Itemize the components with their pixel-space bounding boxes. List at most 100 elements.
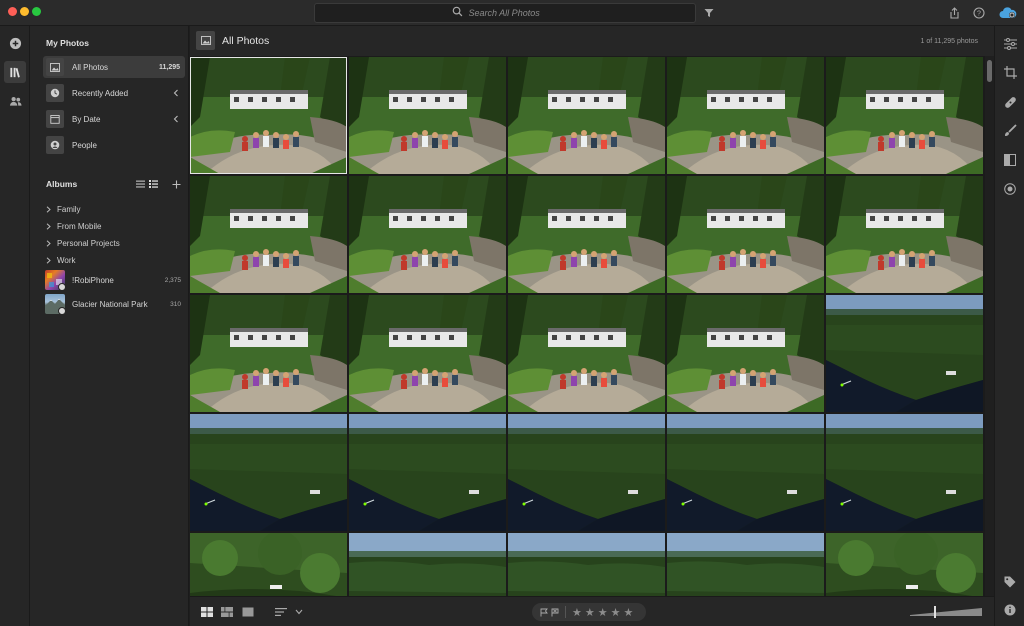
content-header: All Photos 1 of 11,295 photos (190, 26, 994, 56)
title-bar: ? (0, 0, 1024, 26)
photo-thumbnail[interactable] (508, 533, 665, 596)
chevron-left-icon[interactable] (173, 110, 179, 128)
my-photos-button[interactable] (4, 61, 26, 83)
sidebar-item-count: 11,295 (158, 63, 180, 71)
list-view-icon[interactable] (136, 180, 145, 188)
page-title: All Photos (222, 35, 270, 47)
photo-thumbnail[interactable] (349, 57, 506, 174)
star-5-icon[interactable]: ★ (624, 606, 634, 619)
photo-thumbnail[interactable] (826, 533, 983, 596)
bottom-toolbar: ★ ★ ★ ★ ★ (190, 596, 994, 626)
left-icon-rail (0, 26, 30, 626)
photo-thumbnail[interactable] (349, 176, 506, 293)
folder-personal-projects[interactable]: Personal Projects (46, 236, 186, 250)
person-icon (46, 136, 64, 154)
help-icon[interactable]: ? (971, 5, 987, 21)
star-3-icon[interactable]: ★ (598, 606, 608, 619)
photo-thumbnail[interactable] (190, 57, 347, 174)
photo-thumbnail[interactable] (508, 414, 665, 531)
share-icon[interactable] (946, 5, 962, 21)
thumbnail-size-slider[interactable] (910, 605, 982, 619)
sidebar-item-by-date[interactable]: By Date (43, 108, 185, 130)
search-icon (452, 4, 463, 22)
star-1-icon[interactable]: ★ (572, 606, 582, 619)
sidebar: My Photos All Photos 11,295 Recently Add… (30, 26, 189, 626)
close-window-button[interactable] (8, 7, 17, 16)
photo-thumbnail[interactable] (508, 295, 665, 412)
album-thumbnail (45, 294, 65, 314)
photo-thumbnail[interactable] (508, 57, 665, 174)
shared-button[interactable] (4, 90, 26, 112)
photo-thumbnail[interactable] (349, 533, 506, 596)
svg-text:?: ? (977, 11, 981, 18)
search-input[interactable] (468, 8, 559, 18)
photo-thumbnail[interactable] (190, 414, 347, 531)
scrollbar-thumb[interactable] (987, 60, 992, 82)
photo-thumbnail[interactable] (667, 414, 824, 531)
zoom-window-button[interactable] (32, 7, 41, 16)
detail-view-icon[interactable] (241, 605, 255, 619)
info-icon[interactable] (1002, 602, 1018, 618)
photo-thumbnail[interactable] (190, 533, 347, 596)
sidebar-item-label: By Date (72, 114, 101, 124)
photo-thumbnail[interactable] (667, 533, 824, 596)
photo-thumbnail[interactable] (667, 176, 824, 293)
sidebar-item-recently-added[interactable]: Recently Added (43, 82, 185, 104)
photo-count: 1 of 11,295 photos (920, 38, 978, 45)
filter-icon[interactable] (701, 5, 717, 21)
pick-flag-icon[interactable] (540, 608, 548, 617)
people-icon (9, 97, 22, 106)
chevron-right-icon[interactable] (46, 222, 56, 230)
chevron-down-icon[interactable] (292, 605, 306, 619)
slider-thumb (934, 606, 936, 618)
folder-family[interactable]: Family (46, 202, 186, 216)
plus-icon (172, 180, 181, 188)
album-robiphone[interactable]: !RobiPhone 2,375 (45, 270, 181, 290)
sidebar-item-people[interactable]: People (43, 134, 185, 156)
folder-work[interactable]: Work (46, 253, 186, 267)
photo-thumbnail[interactable] (508, 176, 665, 293)
folder-label: Family (57, 204, 81, 214)
brush-icon[interactable] (1002, 122, 1018, 138)
reject-flag-icon[interactable] (551, 608, 559, 617)
chevron-right-icon[interactable] (46, 205, 56, 213)
album-label: Glacier National Park (72, 299, 148, 309)
photo-thumbnail[interactable] (826, 176, 983, 293)
folder-from-mobile[interactable]: From Mobile (46, 219, 186, 233)
photo-thumbnail[interactable] (667, 57, 824, 174)
tag-icon[interactable] (1002, 574, 1018, 590)
flag-rating-control: ★ ★ ★ ★ ★ (532, 603, 646, 621)
linear-gradient-icon[interactable] (1002, 152, 1018, 168)
chevron-left-icon[interactable] (173, 84, 179, 102)
square-grid-view-icon[interactable] (200, 605, 214, 619)
photo-grid-view-icon[interactable] (220, 605, 234, 619)
add-photos-button[interactable] (4, 32, 26, 54)
sidebar-item-all-photos[interactable]: All Photos 11,295 (43, 56, 185, 78)
grid-scrollbar[interactable] (985, 56, 994, 596)
add-album-button[interactable] (172, 180, 181, 189)
edit-sliders-icon[interactable] (1002, 36, 1018, 52)
photo-thumbnail[interactable] (349, 295, 506, 412)
photo-thumbnail[interactable] (349, 414, 506, 531)
sort-icon[interactable] (274, 605, 288, 619)
photo-thumbnail[interactable] (826, 57, 983, 174)
album-glacier-national-park[interactable]: Glacier National Park 310 (45, 294, 181, 314)
radial-gradient-icon[interactable] (1002, 181, 1018, 197)
star-4-icon[interactable]: ★ (611, 606, 621, 619)
cloud-sync-icon[interactable] (998, 5, 1018, 21)
chevron-right-icon[interactable] (46, 239, 56, 247)
photo-thumbnail[interactable] (826, 295, 983, 412)
search-field[interactable] (314, 3, 696, 23)
photo-thumbnail[interactable] (190, 295, 347, 412)
star-2-icon[interactable]: ★ (585, 606, 595, 619)
crop-icon[interactable] (1002, 64, 1018, 80)
sidebar-item-label: Recently Added (72, 88, 129, 98)
photo-thumbnail[interactable] (190, 176, 347, 293)
photo-thumbnail[interactable] (826, 414, 983, 531)
healing-brush-icon[interactable] (1002, 94, 1018, 110)
chevron-right-icon[interactable] (46, 256, 56, 264)
photo-thumbnail[interactable] (667, 295, 824, 412)
detail-list-view-icon[interactable] (149, 180, 158, 188)
sync-badge-icon (58, 307, 65, 314)
minimize-window-button[interactable] (20, 7, 29, 16)
